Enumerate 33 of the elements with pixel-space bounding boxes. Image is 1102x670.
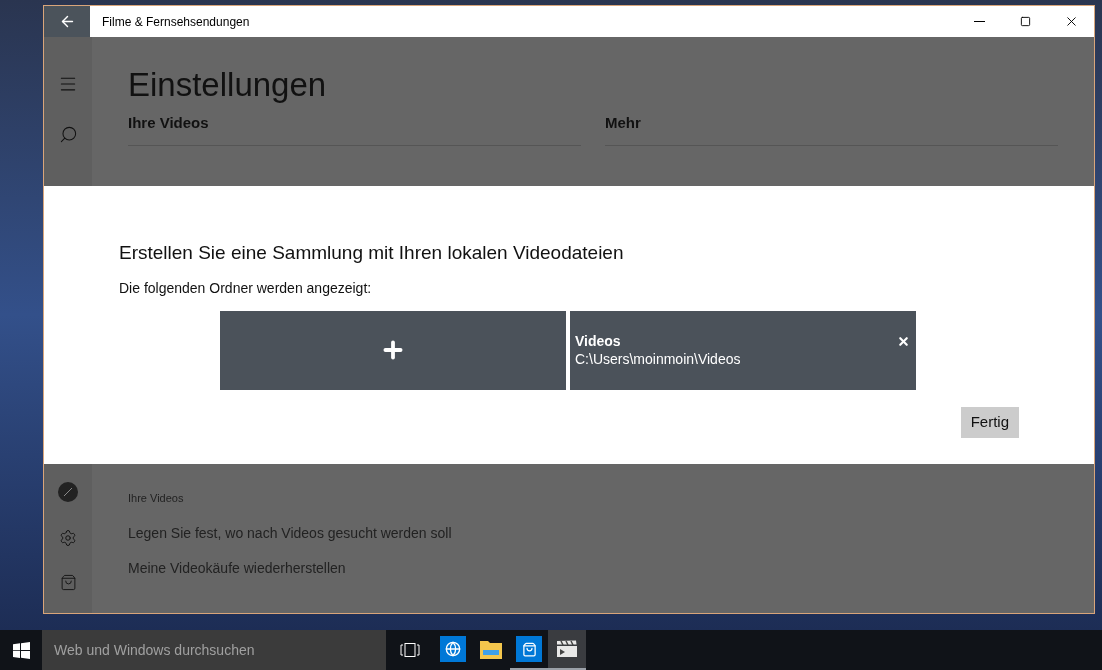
folder-tile[interactable]: Videos C:\Users\moinmoin\Videos: [570, 310, 916, 390]
windows-logo-icon: [12, 641, 30, 659]
page-title: Einstellungen: [128, 65, 328, 105]
dialog-subtitle: Die folgenden Ordner werden angezeigt:: [119, 278, 373, 298]
shopping-bag-icon: [59, 574, 77, 591]
search-input[interactable]: Web und Windows durchsuchen: [54, 639, 374, 661]
remove-button[interactable]: [897, 334, 910, 348]
brush-circle-icon[interactable]: [58, 482, 78, 502]
folder-name: Videos: [575, 331, 622, 350]
add-folder-tile[interactable]: [220, 310, 566, 390]
maximize-icon: [1019, 16, 1031, 27]
section-heading: Mehr: [605, 114, 641, 131]
shopping-bag-icon: [516, 636, 542, 662]
window-title: Filme & Fernsehsendungen: [102, 13, 250, 31]
folder-icon: [479, 638, 503, 660]
globe-icon: [440, 636, 466, 662]
dialog-title: Erstellen Sie eine Sammlung mit Ihren lokalen Videodateien: [119, 241, 625, 265]
clapperboard-icon: [556, 640, 578, 658]
close-icon: [897, 334, 910, 348]
minimize-icon: [973, 21, 985, 22]
settings-heading: Ihre Videos: [128, 491, 185, 506]
done-button[interactable]: Fertig: [960, 406, 1019, 438]
section-heading: Ihre Videos: [128, 114, 209, 131]
taskbar-search-field[interactable]: Web und Windows durchsuchen: [42, 630, 386, 670]
taskbar-app-button[interactable]: [548, 630, 586, 670]
search-button[interactable]: [58, 125, 78, 144]
search-icon: [58, 125, 78, 144]
back-button[interactable]: [44, 6, 90, 37]
folder-path: C:\Users\moinmoin\Videos: [575, 349, 742, 368]
settings-button[interactable]: [59, 529, 77, 547]
settings-icon: [59, 529, 77, 547]
task-view-icon: [400, 643, 420, 657]
store-button[interactable]: [59, 574, 77, 591]
